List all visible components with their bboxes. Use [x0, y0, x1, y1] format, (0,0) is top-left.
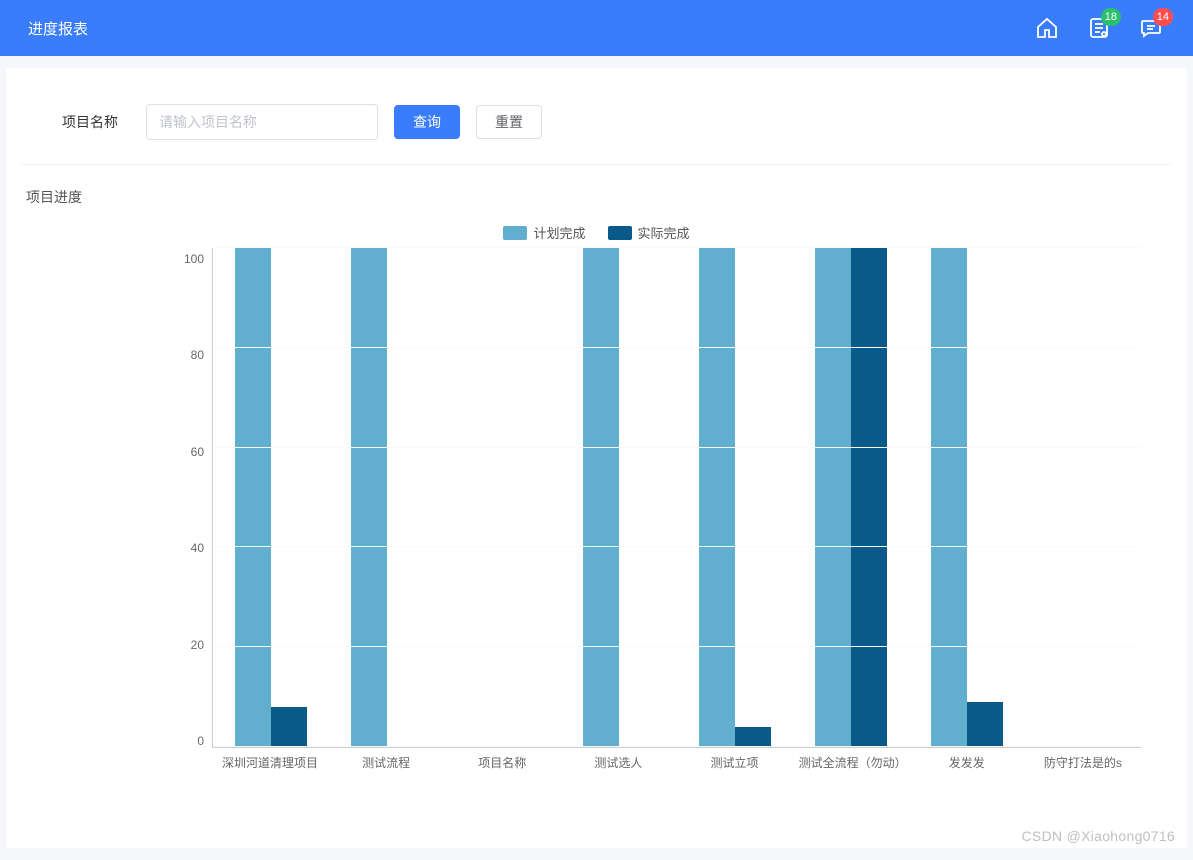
legend-label-actual: 实际完成 — [638, 223, 690, 242]
gridline — [213, 546, 1141, 547]
bar-group — [213, 247, 329, 747]
plot-area — [212, 248, 1141, 748]
app-header: 进度报表 18 14 — [0, 0, 1193, 56]
x-tick-label: 防守打法是的s — [1025, 756, 1141, 772]
page-title: 进度报表 — [28, 18, 88, 39]
list-icon[interactable]: 18 — [1085, 14, 1113, 42]
bar-plan[interactable] — [815, 247, 851, 747]
y-tick-label: 80 — [191, 348, 204, 362]
x-tick-label: 测试流程 — [328, 756, 444, 772]
header-icons: 18 14 — [1033, 14, 1165, 42]
bar-plan[interactable] — [931, 247, 967, 747]
watermark: CSDN @Xiaohong0716 — [1022, 828, 1175, 844]
section-title: 项目进度 — [22, 165, 1171, 219]
reset-button[interactable]: 重置 — [476, 105, 542, 139]
bar-group — [677, 247, 793, 747]
y-tick-label: 40 — [191, 541, 204, 555]
bar-group — [793, 247, 909, 747]
home-icon[interactable] — [1033, 14, 1061, 42]
legend-item-actual[interactable]: 实际完成 — [608, 223, 690, 242]
y-axis-labels: 100 80 60 40 20 0 — [162, 248, 212, 748]
gridline — [213, 646, 1141, 647]
x-tick-label: 测试立项 — [677, 756, 793, 772]
gridline — [213, 447, 1141, 448]
bar-group — [561, 247, 677, 747]
x-tick-label: 深圳河道清理项目 — [212, 756, 328, 772]
bar-actual[interactable] — [735, 727, 771, 747]
y-tick-label: 0 — [197, 734, 204, 748]
x-tick-label: 发发发 — [909, 756, 1025, 772]
bar-actual[interactable] — [851, 247, 887, 747]
bar-group — [329, 247, 445, 747]
gridline — [213, 746, 1141, 747]
query-button[interactable]: 查询 — [394, 105, 460, 139]
bar-plan[interactable] — [351, 247, 387, 747]
chart: 100 80 60 40 20 0 — [22, 248, 1171, 748]
bar-plan[interactable] — [699, 247, 735, 747]
search-label: 项目名称 — [62, 112, 118, 132]
content-card: 项目名称 查询 重置 项目进度 计划完成 实际完成 100 80 60 40 20 0 深… — [6, 68, 1187, 848]
bar-group — [909, 247, 1025, 747]
bar-plan[interactable] — [235, 247, 271, 747]
project-name-input[interactable] — [146, 104, 378, 140]
message-badge: 14 — [1153, 8, 1173, 26]
legend-swatch-plan — [503, 226, 527, 240]
bar-plan[interactable] — [583, 247, 619, 747]
x-tick-label: 项目名称 — [444, 756, 560, 772]
search-bar: 项目名称 查询 重置 — [22, 88, 1171, 165]
x-tick-label: 测试全流程（勿动） — [793, 756, 909, 772]
x-tick-label: 测试选人 — [560, 756, 676, 772]
legend-swatch-actual — [608, 226, 632, 240]
bar-actual[interactable] — [271, 707, 307, 747]
y-tick-label: 20 — [191, 638, 204, 652]
bars-container — [213, 248, 1141, 747]
message-icon[interactable]: 14 — [1137, 14, 1165, 42]
x-axis-labels: 深圳河道清理项目测试流程项目名称测试选人测试立项测试全流程（勿动）发发发防守打法… — [22, 756, 1171, 772]
legend-item-plan[interactable]: 计划完成 — [503, 223, 585, 242]
bar-actual[interactable] — [967, 702, 1003, 747]
gridline — [213, 347, 1141, 348]
list-badge: 18 — [1101, 8, 1121, 26]
legend-label-plan: 计划完成 — [533, 223, 585, 242]
y-tick-label: 60 — [191, 445, 204, 459]
y-tick-label: 100 — [184, 252, 204, 266]
gridline — [213, 247, 1141, 248]
chart-legend: 计划完成 实际完成 — [22, 223, 1171, 242]
